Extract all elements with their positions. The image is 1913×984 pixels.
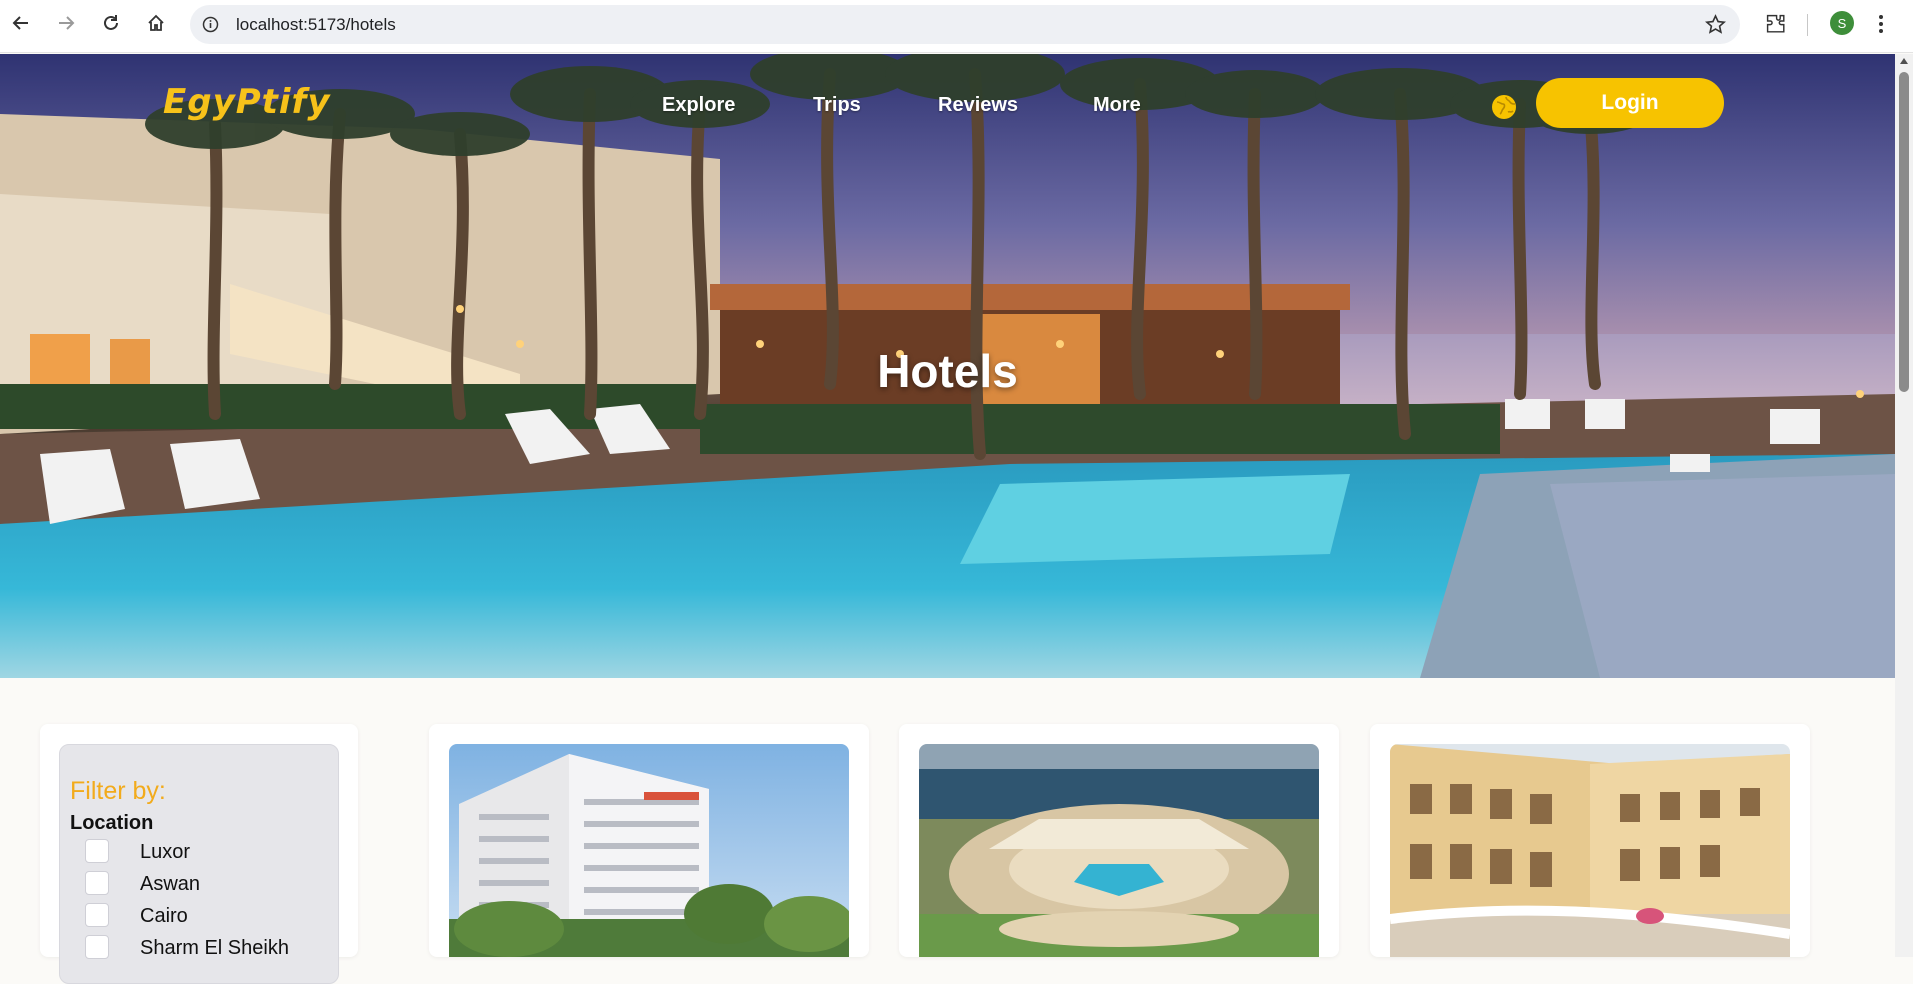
browser-toolbar: localhost:5173/hotels S <box>0 0 1913 53</box>
scroll-up-arrow-icon[interactable] <box>1900 58 1908 64</box>
kebab-menu-icon[interactable] <box>1876 12 1886 36</box>
filter-option-label: Luxor <box>140 841 191 863</box>
filter-option-label: Cairo <box>140 905 188 927</box>
scrollbar-thumb[interactable] <box>1899 72 1909 392</box>
hero-banner: EgyPtify Explore Trips Reviews More Logi… <box>0 54 1895 678</box>
site-logo[interactable]: EgyPtify <box>163 82 331 122</box>
hotel-tower-photo[interactable] <box>449 744 849 957</box>
hotel-palace-photo[interactable] <box>1390 744 1790 957</box>
address-url[interactable]: localhost:5173/hotels <box>236 15 396 35</box>
filter-option-label: Aswan <box>140 873 201 895</box>
filter-title: Filter by: <box>70 777 166 805</box>
bookmark-star-icon[interactable] <box>1705 14 1726 35</box>
checkbox[interactable] <box>85 839 109 863</box>
back-icon[interactable] <box>8 10 34 36</box>
reload-icon[interactable] <box>98 10 124 36</box>
filter-option-sharm[interactable]: Sharm El Sheikh <box>85 935 289 959</box>
nav-reviews[interactable]: Reviews <box>938 94 1018 117</box>
address-bar[interactable]: localhost:5173/hotels <box>190 5 1740 44</box>
filter-option-luxor[interactable]: Luxor <box>85 839 190 863</box>
toolbar-divider <box>1807 14 1808 36</box>
filter-option-aswan[interactable]: Aswan <box>85 871 200 895</box>
checkbox[interactable] <box>85 871 109 895</box>
extensions-icon[interactable] <box>1764 12 1788 36</box>
hotel-card[interactable] <box>899 724 1339 957</box>
site-info-icon[interactable] <box>202 16 219 33</box>
page-scrollbar[interactable] <box>1895 54 1913 957</box>
profile-avatar[interactable]: S <box>1830 11 1854 35</box>
nav-explore[interactable]: Explore <box>662 94 735 117</box>
forward-icon[interactable] <box>53 10 79 36</box>
hotel-card[interactable] <box>429 724 869 957</box>
hotel-resort-pool-photo[interactable] <box>919 744 1319 957</box>
filter-option-cairo[interactable]: Cairo <box>85 903 188 927</box>
hotel-card[interactable] <box>1370 724 1810 957</box>
checkbox[interactable] <box>85 935 109 959</box>
filter-sidebar: Filter by: Location Luxor Aswan Cairo Sh… <box>40 724 358 984</box>
globe-icon[interactable] <box>1489 92 1519 122</box>
checkbox[interactable] <box>85 903 109 927</box>
nav-trips[interactable]: Trips <box>813 94 861 117</box>
login-button[interactable]: Login <box>1536 78 1724 128</box>
home-icon[interactable] <box>143 10 169 36</box>
page-title: Hotels <box>877 345 1018 397</box>
filter-group-location: Location <box>70 812 154 834</box>
nav-more[interactable]: More <box>1093 94 1141 117</box>
